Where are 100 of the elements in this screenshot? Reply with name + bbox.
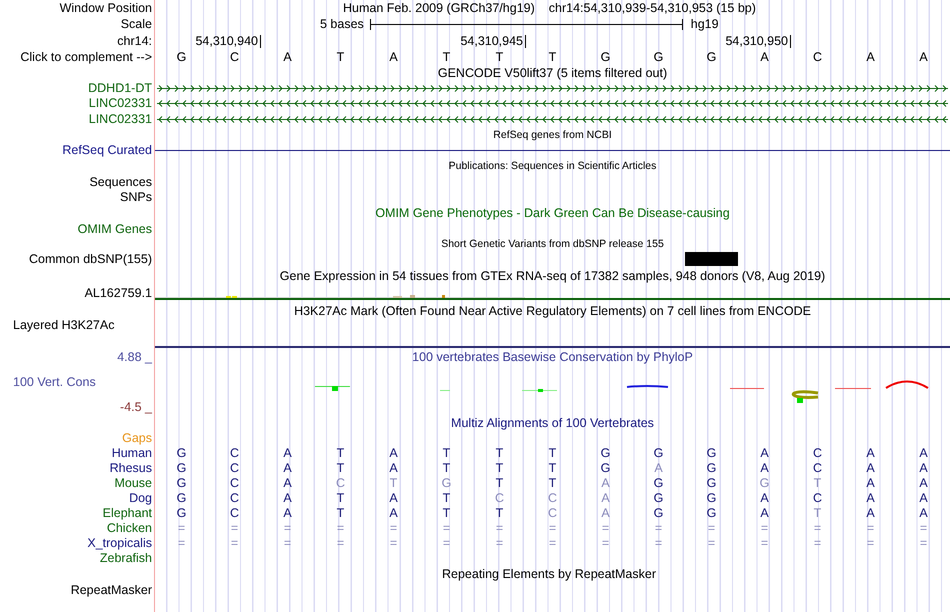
aligned-base: G <box>442 477 452 490</box>
aligned-base: A <box>866 477 875 490</box>
position-tick: 54,310,945 <box>460 34 526 48</box>
base-letter[interactable]: A <box>283 50 292 64</box>
aligned-base: C <box>548 507 558 520</box>
base-letter[interactable]: T <box>496 50 504 64</box>
track-title: Multiz Alignments of 100 Vertebrates <box>451 417 654 430</box>
aligned-base: A <box>389 492 398 505</box>
aligned-base: T <box>336 447 344 460</box>
track-label: Dog <box>129 492 152 505</box>
aligned-base: G <box>176 507 186 520</box>
aligned-base: C <box>230 492 240 505</box>
position-range: chr14:54,310,939-54,310,953 (15 bp) <box>548 0 756 17</box>
base-letter[interactable]: A <box>919 50 928 64</box>
aligned-base: T <box>814 507 822 520</box>
base-letter[interactable]: A <box>760 50 769 64</box>
track-title: Repeating Elements by RepeatMasker <box>442 568 656 581</box>
aligned-base: T <box>548 462 556 475</box>
aligned-base: A <box>919 447 928 460</box>
aligned-base: T <box>814 477 822 490</box>
aligned-base: T <box>442 507 450 520</box>
aligned-base: A <box>283 447 292 460</box>
aligned-base: = <box>284 537 292 550</box>
aligned-base: = <box>814 537 822 550</box>
aligned-base: A <box>866 462 875 475</box>
base-letter[interactable]: C <box>230 50 240 64</box>
aligned-base: T <box>496 507 504 520</box>
track-title: Short Genetic Variants from dbSNP release 155 <box>441 238 664 250</box>
aligned-base: G <box>654 447 664 460</box>
track-label: Chicken <box>106 522 152 535</box>
track-label: SNPs <box>120 191 152 204</box>
aligned-base: = <box>602 522 610 535</box>
track-label: chr14: <box>117 34 152 48</box>
track-label: Sequences <box>89 176 152 189</box>
aligned-base: G <box>600 462 610 475</box>
aligned-base: C <box>336 477 346 490</box>
track-label: Rhesus <box>110 462 152 475</box>
track-label: RefSeq Curated <box>62 144 152 157</box>
aligned-base: A <box>919 492 928 505</box>
aligned-base: = <box>178 522 186 535</box>
aligned-base: T <box>496 462 504 475</box>
base-letter[interactable]: A <box>389 50 398 64</box>
track-title: 100 vertebrates Basewise Conservation by PhyloP <box>412 350 693 364</box>
base-letter[interactable]: G <box>706 50 716 64</box>
aligned-base: A <box>283 462 292 475</box>
aligned-base: G <box>706 492 716 505</box>
track-label: Layered H3K27Ac <box>13 318 114 332</box>
aligned-base: = <box>920 522 928 535</box>
base-letter[interactable]: A <box>866 50 875 64</box>
variant-feature <box>685 252 738 266</box>
aligned-base: A <box>919 462 928 475</box>
base-letter[interactable]: G <box>176 50 186 64</box>
aligned-base: A <box>601 477 610 490</box>
aligned-base: = <box>496 522 504 535</box>
aligned-base: A <box>760 462 769 475</box>
aligned-base: T <box>390 477 398 490</box>
scale-label: 5 bases <box>320 16 364 34</box>
base-letter[interactable]: T <box>442 50 450 64</box>
aligned-base: A <box>760 507 769 520</box>
track-label: Gaps <box>122 432 152 445</box>
aligned-base: = <box>654 537 662 550</box>
position-tick: 54,310,940 <box>195 34 261 48</box>
aligned-base: A <box>283 477 292 490</box>
aligned-base: = <box>602 537 610 550</box>
aligned-base: = <box>866 537 874 550</box>
aligned-base: T <box>336 492 344 505</box>
base-letter[interactable]: G <box>600 50 610 64</box>
track-title: GENCODE V50lift37 (5 items filtered out) <box>438 66 668 80</box>
track-title: Gene Expression in 54 tissues from GTEx RNA-seq of 17382 samples, 948 donors (V8, Aug 2019) <box>280 270 826 282</box>
track-label: Human <box>112 447 152 460</box>
aligned-base: = <box>230 537 238 550</box>
aligned-base: = <box>390 537 398 550</box>
base-letter[interactable]: G <box>654 50 664 64</box>
aligned-base: C <box>494 492 504 505</box>
aligned-base: = <box>230 522 238 535</box>
aligned-base: G <box>706 462 716 475</box>
track-label: Zebrafish <box>100 552 152 565</box>
base-letter[interactable]: C <box>812 50 822 64</box>
aligned-base: G <box>706 477 716 490</box>
base-letter[interactable]: T <box>336 50 344 64</box>
aligned-base: G <box>654 507 664 520</box>
aligned-base: C <box>812 492 822 505</box>
track-label: DDHD1-DT <box>88 82 152 95</box>
aligned-base: A <box>601 492 610 505</box>
track-label: X_tropicalis <box>87 537 152 550</box>
aligned-base: C <box>548 492 558 505</box>
aligned-base: = <box>760 537 768 550</box>
aligned-base: = <box>284 522 292 535</box>
aligned-base: G <box>176 477 186 490</box>
aligned-base: T <box>442 462 450 475</box>
position-tick: 54,310,950 <box>725 34 791 48</box>
aligned-base: = <box>442 522 450 535</box>
aligned-base: G <box>176 492 186 505</box>
aligned-base: G <box>654 477 664 490</box>
aligned-base: T <box>336 507 344 520</box>
aligned-base: G <box>760 477 770 490</box>
aligned-base: = <box>442 537 450 550</box>
track-label: 100 Vert. Cons <box>13 376 96 388</box>
aligned-base: A <box>654 462 663 475</box>
base-letter[interactable]: T <box>548 50 556 64</box>
